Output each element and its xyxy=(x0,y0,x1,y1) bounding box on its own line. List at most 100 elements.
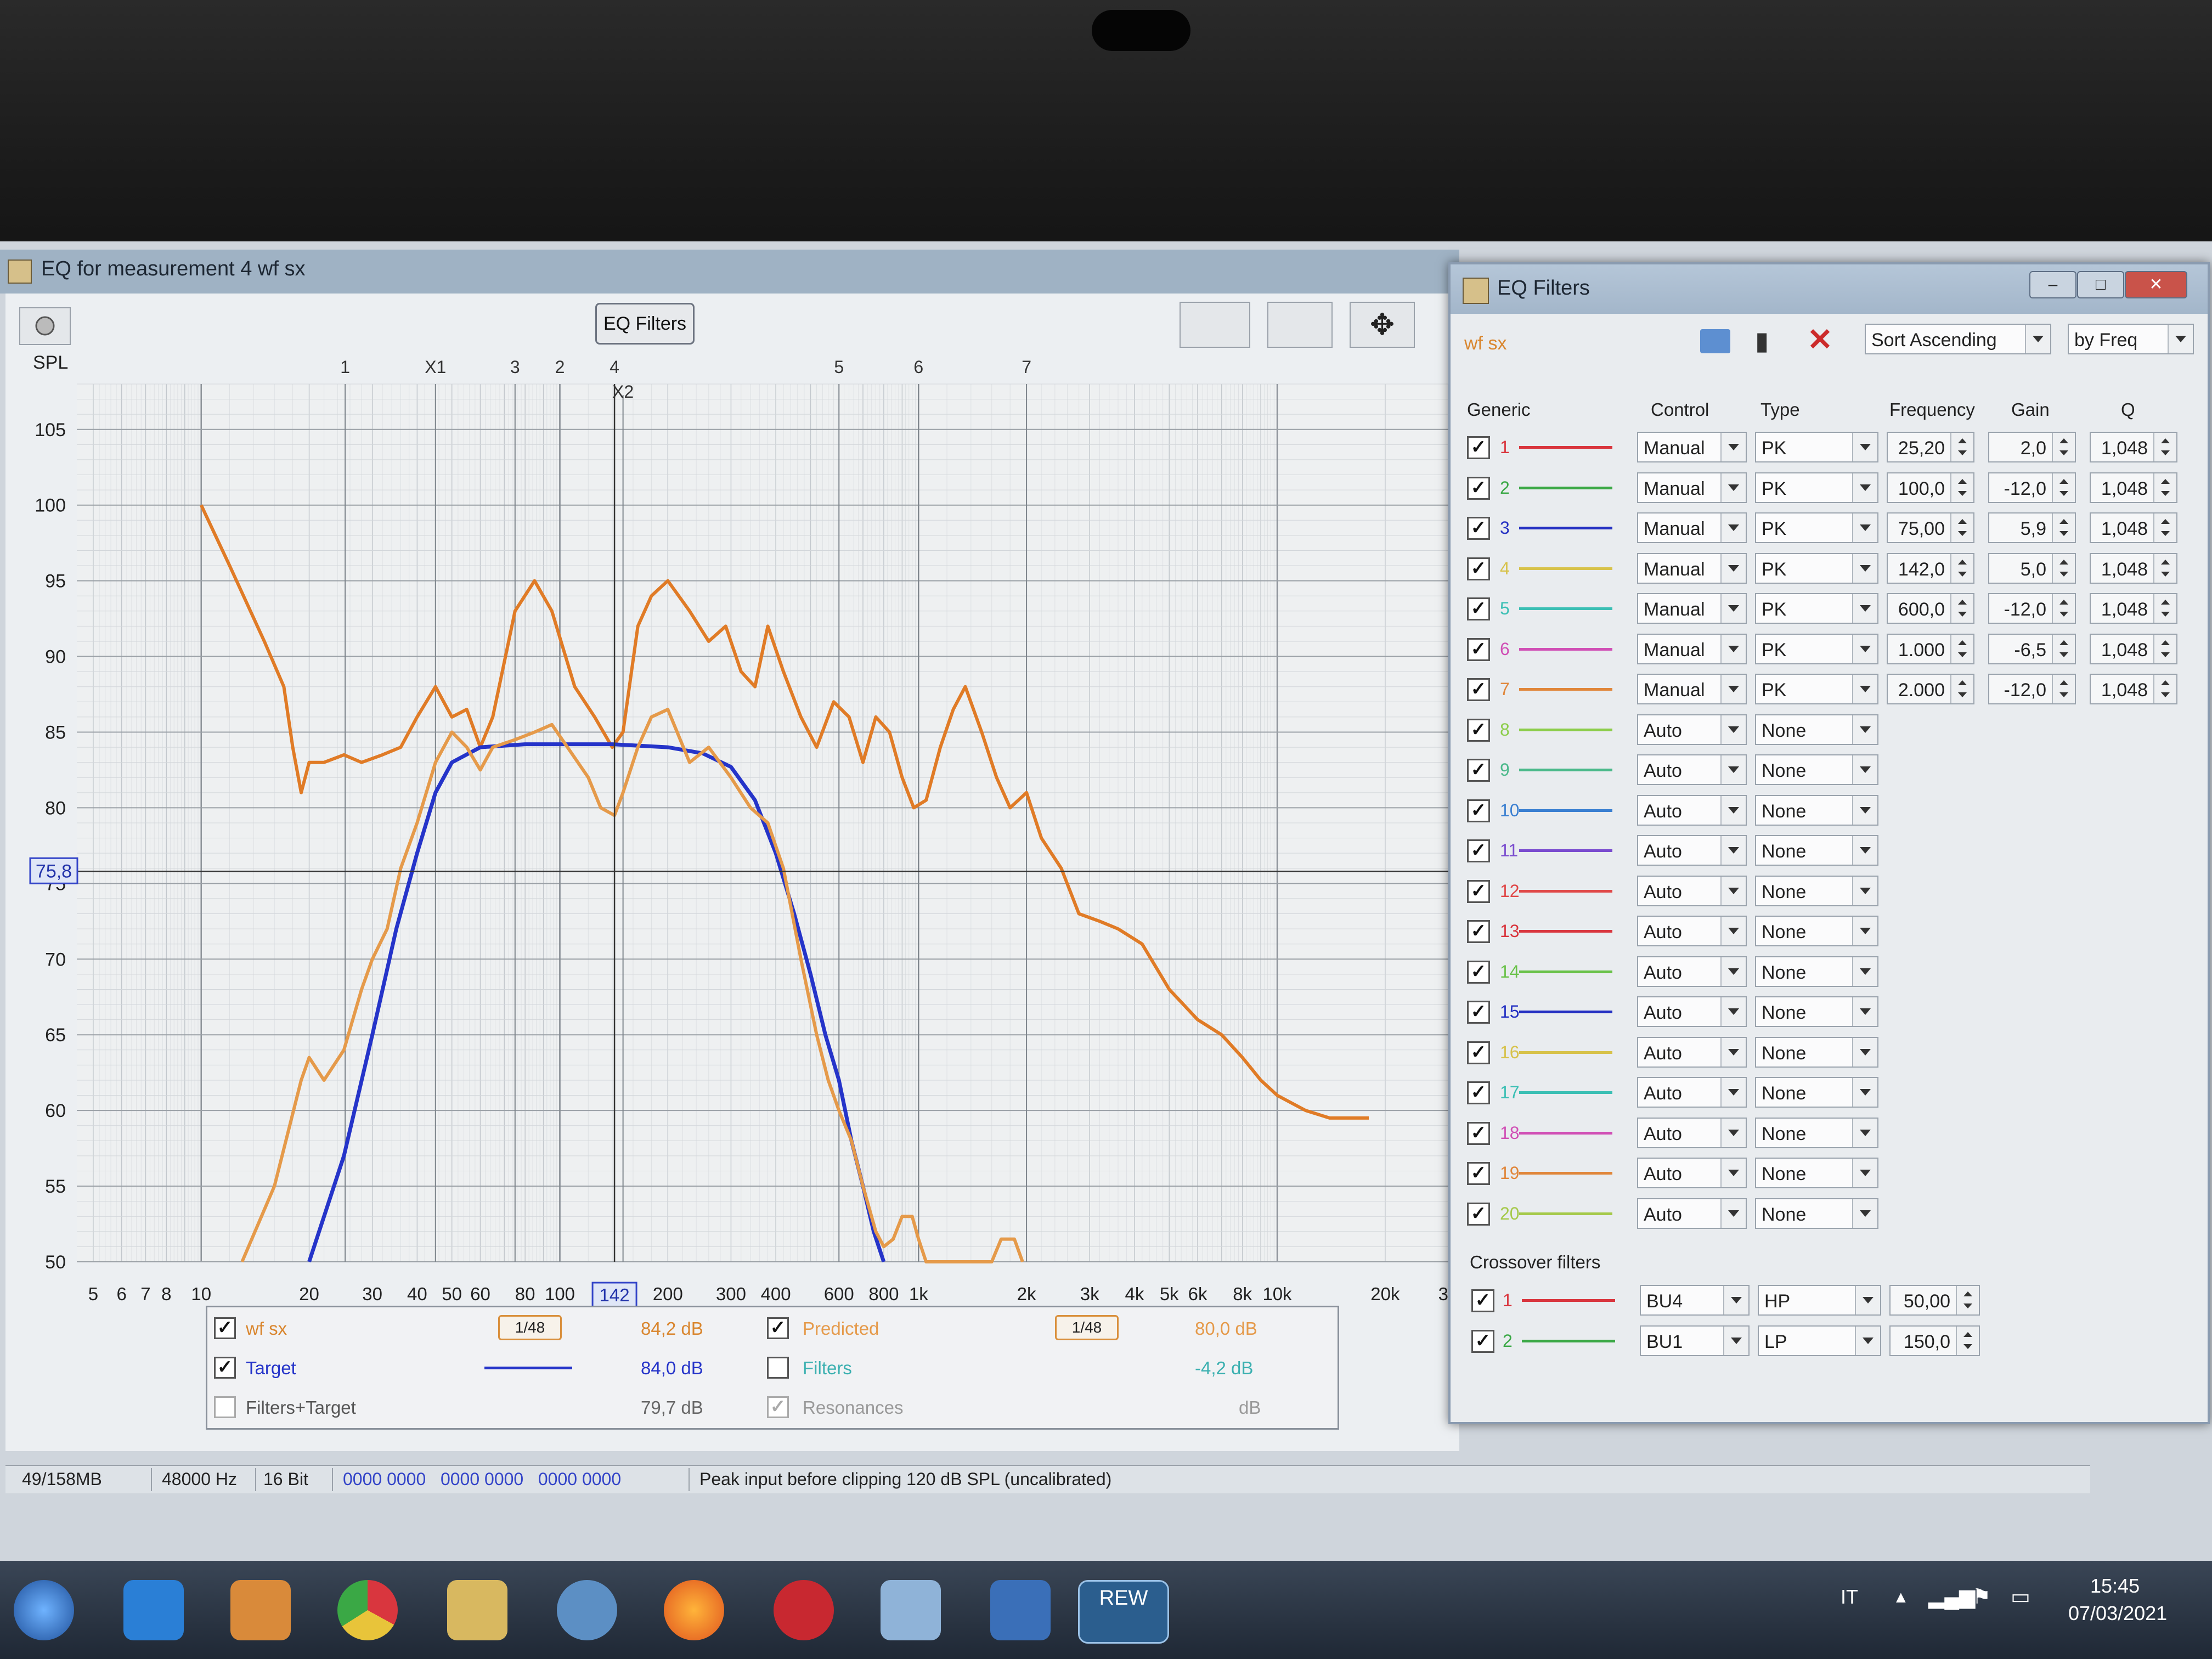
filter-gain-input[interactable]: 5,0 xyxy=(1988,552,2076,584)
filter-control-select[interactable]: Auto xyxy=(1637,956,1747,987)
filter-type-select[interactable]: None xyxy=(1755,1158,1878,1188)
filter-enable-checkbox[interactable]: ✓ xyxy=(1467,637,1490,661)
filter-type-select[interactable]: None xyxy=(1755,1036,1878,1068)
internet-explorer-icon[interactable] xyxy=(123,1580,184,1640)
filter-type-select[interactable]: PK xyxy=(1755,674,1878,704)
language-indicator[interactable]: IT xyxy=(1841,1585,1858,1609)
filters-target-checkbox[interactable] xyxy=(214,1396,236,1418)
filter-q-input[interactable]: 1,048 xyxy=(2090,472,2177,503)
eq-filters-button[interactable]: EQ Filters xyxy=(595,303,695,345)
signal-icon[interactable]: ▂▄▆ xyxy=(1928,1584,1975,1609)
filter-control-select[interactable]: Auto xyxy=(1637,754,1747,785)
filter-control-select[interactable]: Auto xyxy=(1637,916,1747,946)
filter-type-select[interactable]: None xyxy=(1755,714,1878,745)
crossover-frequency-input[interactable]: 50,00 xyxy=(1889,1285,1980,1316)
predicted-checkbox[interactable]: ✓ xyxy=(767,1317,789,1339)
filter-control-select[interactable]: Auto xyxy=(1637,1158,1747,1188)
crossover-type-select[interactable]: HP xyxy=(1758,1285,1881,1316)
filter-gain-input[interactable]: -12,0 xyxy=(1988,674,2076,704)
filter-enable-checkbox[interactable]: ✓ xyxy=(1467,799,1490,822)
media-player-icon[interactable] xyxy=(230,1580,291,1640)
filter-enable-checkbox[interactable]: ✓ xyxy=(1467,517,1490,540)
filter-enable-checkbox[interactable]: ✓ xyxy=(1467,718,1490,742)
sort-order-select[interactable]: Sort Ascending xyxy=(1865,324,2051,354)
filter-enable-checkbox[interactable]: ✓ xyxy=(1467,597,1490,620)
chrome-icon[interactable] xyxy=(337,1580,398,1640)
predicted-smoothing[interactable]: 1/48 xyxy=(1055,1315,1119,1340)
filter-control-select[interactable]: Manual xyxy=(1637,432,1747,462)
crossover-frequency-input[interactable]: 150,0 xyxy=(1889,1325,1980,1356)
thunderbird-icon[interactable] xyxy=(557,1580,617,1640)
filter-type-select[interactable]: PK xyxy=(1755,593,1878,624)
filter-q-input[interactable]: 1,048 xyxy=(2090,552,2177,584)
filter-control-select[interactable]: Manual xyxy=(1637,512,1747,543)
resonances-checkbox[interactable]: ✓ xyxy=(767,1396,789,1418)
target-checkbox[interactable]: ✓ xyxy=(214,1357,236,1379)
filter-control-select[interactable]: Auto xyxy=(1637,714,1747,745)
main-window-titlebar[interactable]: EQ for measurement 4 wf sx xyxy=(0,250,1459,294)
filter-enable-checkbox[interactable]: ✓ xyxy=(1467,1162,1490,1185)
filter-type-select[interactable]: None xyxy=(1755,1077,1878,1108)
filter-type-select[interactable]: None xyxy=(1755,754,1878,785)
filter-type-select[interactable]: PK xyxy=(1755,552,1878,584)
filter-q-input[interactable]: 1,048 xyxy=(2090,432,2177,462)
filter-control-select[interactable]: Auto xyxy=(1637,1117,1747,1148)
filter-q-input[interactable]: 1,048 xyxy=(2090,633,2177,664)
filter-control-select[interactable]: Auto xyxy=(1637,1036,1747,1068)
filter-type-select[interactable]: None xyxy=(1755,916,1878,946)
filter-type-select[interactable]: None xyxy=(1755,794,1878,826)
minimize-button[interactable]: – xyxy=(2029,271,2076,298)
filter-enable-checkbox[interactable]: ✓ xyxy=(1467,1041,1490,1064)
filter-type-select[interactable]: None xyxy=(1755,1198,1878,1229)
filter-enable-checkbox[interactable]: ✓ xyxy=(1467,678,1490,701)
filter-q-input[interactable]: 1,048 xyxy=(2090,512,2177,543)
filter-control-select[interactable]: Auto xyxy=(1637,996,1747,1027)
filter-q-input[interactable]: 1,048 xyxy=(2090,674,2177,704)
save-icon[interactable]: ▮ xyxy=(1755,326,1769,356)
filter-frequency-input[interactable]: 100,0 xyxy=(1887,472,1974,503)
filter-frequency-input[interactable]: 2.000 xyxy=(1887,674,1974,704)
crossover-filter-select[interactable]: BU4 xyxy=(1640,1285,1750,1316)
maximize-button[interactable]: □ xyxy=(2077,271,2124,298)
filter-type-select[interactable]: None xyxy=(1755,996,1878,1027)
clock-date[interactable]: 07/03/2021 xyxy=(2068,1602,2167,1625)
filter-frequency-input[interactable]: 75,00 xyxy=(1887,512,1974,543)
filter-enable-checkbox[interactable]: ✓ xyxy=(1467,879,1490,903)
open-folder-icon[interactable] xyxy=(1700,329,1730,353)
wf-sx-smoothing[interactable]: 1/48 xyxy=(498,1315,562,1340)
filter-gain-input[interactable]: -12,0 xyxy=(1988,472,2076,503)
filter-gain-input[interactable]: -12,0 xyxy=(1988,593,2076,624)
start-button[interactable] xyxy=(14,1580,74,1640)
filter-control-select[interactable]: Manual xyxy=(1637,472,1747,503)
filter-type-select[interactable]: PK xyxy=(1755,512,1878,543)
filter-control-select[interactable]: Manual xyxy=(1637,552,1747,584)
filter-type-select[interactable]: PK xyxy=(1755,472,1878,503)
filter-frequency-input[interactable]: 25,20 xyxy=(1887,432,1974,462)
filter-control-select[interactable]: Auto xyxy=(1637,794,1747,826)
filter-control-select[interactable]: Manual xyxy=(1637,674,1747,704)
filter-enable-checkbox[interactable]: ✓ xyxy=(1467,1121,1490,1145)
battery-icon[interactable]: ▭ xyxy=(2011,1584,2030,1609)
filter-gain-input[interactable]: 5,9 xyxy=(1988,512,2076,543)
rew-taskbar-button[interactable]: REW xyxy=(1078,1580,1169,1644)
filter-enable-checkbox[interactable]: ✓ xyxy=(1467,759,1490,782)
filter-frequency-input[interactable]: 1.000 xyxy=(1887,633,1974,664)
filter-gain-input[interactable]: 2,0 xyxy=(1988,432,2076,462)
paint-icon[interactable] xyxy=(881,1580,941,1640)
spl-chart[interactable]: 10510095908580757065605550 5678102030405… xyxy=(0,340,1454,1328)
wf-sx-checkbox[interactable]: ✓ xyxy=(214,1317,236,1339)
filter-enable-checkbox[interactable]: ✓ xyxy=(1467,920,1490,943)
filter-control-select[interactable]: Auto xyxy=(1637,875,1747,906)
filter-enable-checkbox[interactable]: ✓ xyxy=(1467,557,1490,580)
close-button[interactable]: ✕ xyxy=(2125,271,2187,298)
crossover-enable-checkbox[interactable]: ✓ xyxy=(1471,1289,1494,1312)
filter-q-input[interactable]: 1,048 xyxy=(2090,593,2177,624)
app-red-icon[interactable] xyxy=(774,1580,834,1640)
crossover-type-select[interactable]: LP xyxy=(1758,1325,1881,1356)
filter-control-select[interactable]: Manual xyxy=(1637,633,1747,664)
filter-type-select[interactable]: None xyxy=(1755,1117,1878,1148)
sort-by-select[interactable]: by Freq xyxy=(2068,324,2194,354)
filter-frequency-input[interactable]: 600,0 xyxy=(1887,593,1974,624)
flag-icon[interactable]: ⚑ xyxy=(1972,1584,1991,1609)
filter-enable-checkbox[interactable]: ✓ xyxy=(1467,960,1490,984)
